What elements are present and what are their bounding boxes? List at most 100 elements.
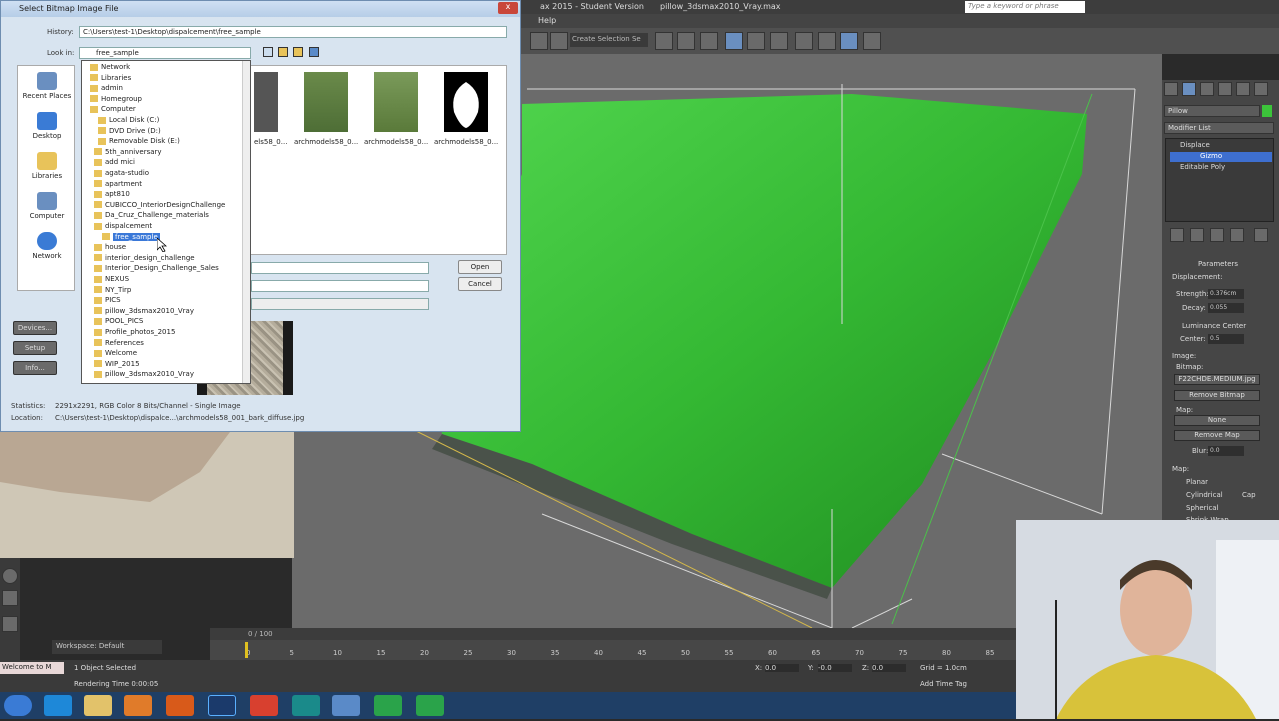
up-folder-icon[interactable] [278, 47, 288, 57]
dropdown-scrollbar[interactable] [242, 61, 250, 383]
create-tab-icon[interactable] [1164, 82, 1178, 96]
selection-set-dropdown[interactable]: Create Selection Se [570, 33, 648, 47]
x-field[interactable]: 0.0 [765, 664, 799, 672]
curve-editor-icon[interactable] [747, 32, 765, 50]
parameters-rollout-title[interactable]: Parameters [1198, 260, 1238, 268]
material-editor-icon[interactable] [795, 32, 813, 50]
dropdown-item[interactable]: Removable Disk (E:) [98, 137, 180, 148]
configure-sets-icon[interactable] [1254, 228, 1268, 242]
cancel-button[interactable]: Cancel [458, 277, 502, 291]
object-name-field[interactable]: Pillow [1164, 105, 1260, 117]
setup-button[interactable]: Setup [13, 341, 57, 355]
schematic-icon[interactable] [770, 32, 788, 50]
modifier-list-dropdown[interactable]: Modifier List [1164, 122, 1274, 134]
camtasia-recorder-icon[interactable] [416, 695, 444, 716]
time-slider[interactable]: 0 / 100 [210, 628, 1018, 640]
track-bar[interactable]: 0 5 10 15 20 25 30 35 40 45 50 55 60 65 70 75 80 85 [210, 640, 1018, 660]
modify-tab-icon[interactable] [1182, 82, 1196, 96]
thumbnail-2[interactable] [304, 72, 348, 132]
record-icon[interactable] [2, 568, 18, 584]
dropdown-item[interactable]: NY_Tirp [94, 286, 131, 297]
dropdown-item[interactable]: agata-studio [94, 169, 149, 180]
spherical-radio[interactable]: Spherical [1186, 504, 1219, 512]
dropdown-item[interactable]: pillow_3dsmax2010_Vray [94, 307, 194, 318]
luminance-center-checkbox[interactable]: Luminance Center [1182, 322, 1246, 330]
dropdown-item[interactable]: 5th_anniversary [94, 148, 162, 159]
show-end-result-icon[interactable] [1190, 228, 1204, 242]
layer-icon[interactable] [700, 32, 718, 50]
cap-checkbox[interactable]: Cap [1242, 491, 1256, 499]
help-icon[interactable] [2, 616, 18, 632]
utilities-tab-icon[interactable] [1254, 82, 1268, 96]
dropdown-item[interactable]: Local Disk (C:) [98, 116, 159, 127]
place-desktop[interactable]: Desktop [18, 112, 76, 140]
thumbnail-1[interactable] [254, 72, 278, 132]
bitmap-button[interactable]: F22CHDE.MEDIUM.jpg [1174, 374, 1260, 385]
select-icon[interactable] [530, 32, 548, 50]
dropdown-item[interactable]: dispalcement [94, 222, 152, 233]
dropdown-item[interactable]: pillow_3dsmax2010_Vray [94, 370, 194, 381]
dropdown-item[interactable]: Da_Cruz_Challenge_materials [94, 211, 209, 222]
dropdown-item[interactable]: Welcome [94, 349, 137, 360]
strength-spinner[interactable]: 0.376cm [1208, 289, 1244, 299]
align-icon[interactable] [677, 32, 695, 50]
render-setup-icon[interactable] [818, 32, 836, 50]
render-frame-icon[interactable] [840, 32, 858, 50]
lookin-dropdown-list[interactable]: Network Libraries admin Homegroup Computer Lo… [81, 60, 251, 384]
blur-spinner[interactable]: 0.0 [1208, 446, 1244, 456]
file-type-dropdown[interactable] [251, 280, 429, 292]
modifier-stack[interactable]: Displace Gizmo Editable Poly [1165, 138, 1274, 222]
dropdown-item[interactable]: Homegroup [90, 95, 142, 106]
render-icon[interactable] [863, 32, 881, 50]
close-button[interactable]: x [498, 2, 518, 14]
dropdown-item[interactable]: free_sample [102, 232, 160, 244]
place-network[interactable]: Network [18, 232, 76, 260]
remove-modifier-icon[interactable] [1230, 228, 1244, 242]
dropdown-item[interactable]: add mici [94, 158, 135, 169]
3dsmax-icon[interactable] [292, 695, 320, 716]
dropdown-item[interactable]: house [94, 243, 126, 254]
gamma-dropdown[interactable] [251, 298, 429, 310]
dropdown-item[interactable]: Network [90, 63, 130, 74]
dropdown-item[interactable]: PICS [94, 296, 121, 307]
stack-item-editable-poly[interactable]: Editable Poly [1180, 163, 1225, 171]
place-recent[interactable]: Recent Places [18, 72, 76, 100]
time-marker[interactable] [245, 642, 248, 658]
mirror-icon[interactable] [655, 32, 673, 50]
dropdown-item[interactable]: Interior_Design_Challenge_Sales [94, 264, 219, 275]
dropdown-item[interactable]: CUBICCO_InteriorDesignChallenge [94, 201, 225, 212]
stack-item-gizmo[interactable]: Gizmo [1170, 152, 1272, 162]
search-input[interactable]: Type a keyword or phrase [965, 1, 1085, 13]
dropdown-item[interactable]: Computer [90, 105, 136, 116]
object-color-swatch[interactable] [1262, 105, 1272, 117]
hierarchy-tab-icon[interactable] [1200, 82, 1214, 96]
decay-spinner[interactable]: 0.055 [1208, 303, 1244, 313]
dropdown-item[interactable]: POOL_PICS [94, 317, 143, 328]
place-libraries[interactable]: Libraries [18, 152, 76, 180]
chrome-icon[interactable] [250, 695, 278, 716]
start-button-icon[interactable] [4, 695, 32, 716]
filter-icon[interactable] [550, 32, 568, 50]
lookin-dropdown[interactable]: free_sample [79, 47, 251, 59]
media-player-icon[interactable] [124, 695, 152, 716]
file-explorer-icon[interactable] [84, 695, 112, 716]
dropdown-item[interactable]: WIP_2015 [94, 360, 140, 371]
y-field[interactable]: -0.0 [818, 664, 852, 672]
workspace-selector[interactable]: Workspace: Default [52, 640, 162, 654]
display-tab-icon[interactable] [1236, 82, 1250, 96]
scene-explorer-icon[interactable] [725, 32, 743, 50]
center-spinner[interactable]: 0.5 [1208, 334, 1244, 344]
planar-radio[interactable]: Planar [1186, 478, 1208, 486]
firefox-icon[interactable] [166, 695, 194, 716]
place-computer[interactable]: Computer [18, 192, 76, 220]
dropdown-item[interactable]: DVD Drive (D:) [98, 127, 161, 138]
internet-explorer-icon[interactable] [44, 695, 72, 716]
motion-tab-icon[interactable] [1218, 82, 1232, 96]
dropdown-item[interactable]: NEXUS [94, 275, 129, 286]
devices-button[interactable]: Devices... [13, 321, 57, 335]
add-time-tag[interactable]: Add Time Tag [920, 680, 967, 688]
dropdown-item[interactable]: apartment [94, 180, 142, 191]
thumbnail-4[interactable] [444, 72, 488, 132]
dropdown-item[interactable]: admin [90, 84, 123, 95]
new-folder-icon[interactable] [293, 47, 303, 57]
